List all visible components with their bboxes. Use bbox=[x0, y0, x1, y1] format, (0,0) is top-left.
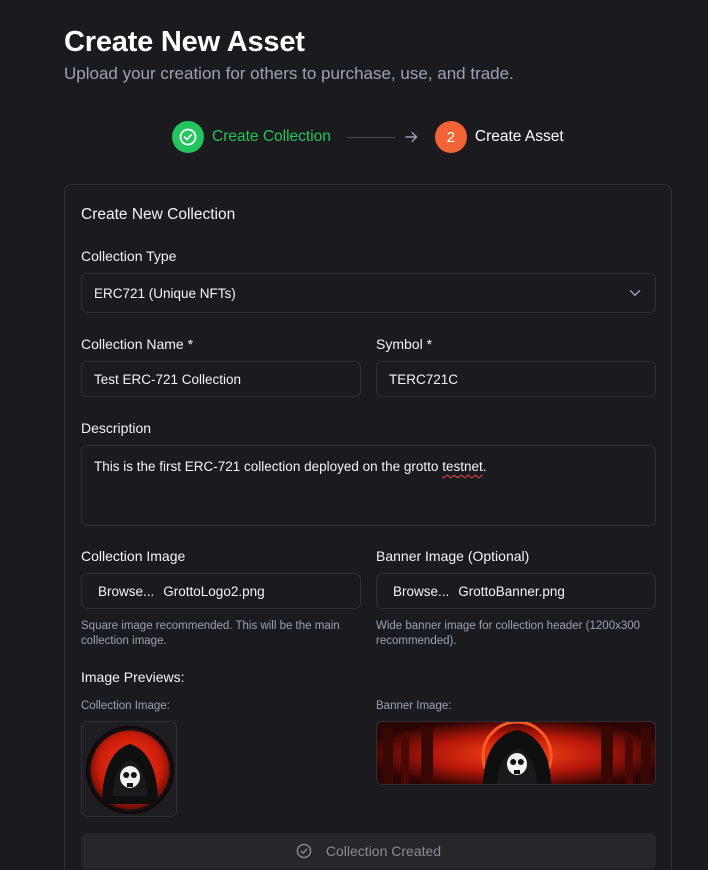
collection-name-label: Collection Name * bbox=[81, 336, 194, 352]
step-2-number: 2 bbox=[434, 121, 467, 153]
collection-name-input[interactable]: Test ERC-721 Collection bbox=[81, 361, 361, 397]
collection-image-label: Collection Image bbox=[81, 548, 186, 564]
banner-image-hint: Wide banner image for collection header … bbox=[376, 620, 641, 647]
collection-image-preview bbox=[81, 721, 177, 817]
banner-image-label: Banner Image (Optional) bbox=[376, 548, 530, 564]
check-circle-icon bbox=[296, 843, 312, 859]
arrow-right-icon bbox=[405, 131, 418, 143]
banner-image-filename: GrottoBanner.png bbox=[458, 583, 565, 599]
collection-type-label: Collection Type bbox=[81, 248, 177, 264]
banner-preview-label: Banner Image: bbox=[376, 700, 452, 712]
banner-image-preview bbox=[376, 721, 656, 785]
collection-type-value: ERC721 (Unique NFTs) bbox=[94, 285, 236, 301]
banner-image-file-input[interactable]: Browse... GrottoBanner.png bbox=[376, 573, 656, 609]
collection-type-select[interactable]: ERC721 (Unique NFTs) bbox=[81, 273, 656, 313]
symbol-input[interactable]: TERC721C bbox=[376, 361, 656, 397]
grotto-logo-image bbox=[86, 726, 174, 814]
collection-created-label: Collection Created bbox=[325, 843, 442, 859]
collection-created-button[interactable]: Collection Created bbox=[81, 833, 656, 869]
grotto-banner-image bbox=[377, 722, 655, 784]
create-asset-page: Create New Asset Upload your creation fo… bbox=[0, 0, 708, 870]
step-1-label: Create Collection bbox=[212, 128, 331, 145]
collection-image-file-input[interactable]: Browse... GrottoLogo2.png bbox=[81, 573, 361, 609]
symbol-label: Symbol * bbox=[376, 336, 433, 352]
description-label: Description bbox=[81, 420, 152, 436]
card-title: Create New Collection bbox=[81, 206, 236, 223]
collection-image-filename: GrottoLogo2.png bbox=[163, 583, 265, 599]
step-connector-line bbox=[346, 136, 395, 138]
step-1-check-icon bbox=[172, 121, 204, 153]
page-subtitle: Upload your creation for others to purch… bbox=[64, 64, 514, 83]
image-previews-label: Image Previews: bbox=[81, 669, 185, 685]
collection-image-hint: Square image recommended. This will be t… bbox=[81, 620, 340, 647]
chevron-down-icon bbox=[629, 289, 641, 297]
banner-image-browse-button[interactable]: Browse... bbox=[393, 584, 449, 599]
description-value: This is the first ERC-721 collection dep… bbox=[94, 459, 487, 474]
step-2-label: Create Asset bbox=[474, 128, 564, 145]
collection-preview-label: Collection Image: bbox=[81, 700, 170, 712]
collection-image-browse-button[interactable]: Browse... bbox=[98, 584, 154, 599]
create-collection-card: Create New Collection Collection Type ER… bbox=[64, 184, 672, 870]
spellcheck-underline: testnet bbox=[442, 459, 483, 474]
page-title: Create New Asset bbox=[64, 26, 305, 58]
symbol-value: TERC721C bbox=[389, 371, 459, 387]
collection-name-value: Test ERC-721 Collection bbox=[94, 371, 242, 387]
description-textarea[interactable]: This is the first ERC-721 collection dep… bbox=[81, 445, 656, 526]
stepper: Create Collection 2 Create Asset bbox=[172, 121, 564, 153]
